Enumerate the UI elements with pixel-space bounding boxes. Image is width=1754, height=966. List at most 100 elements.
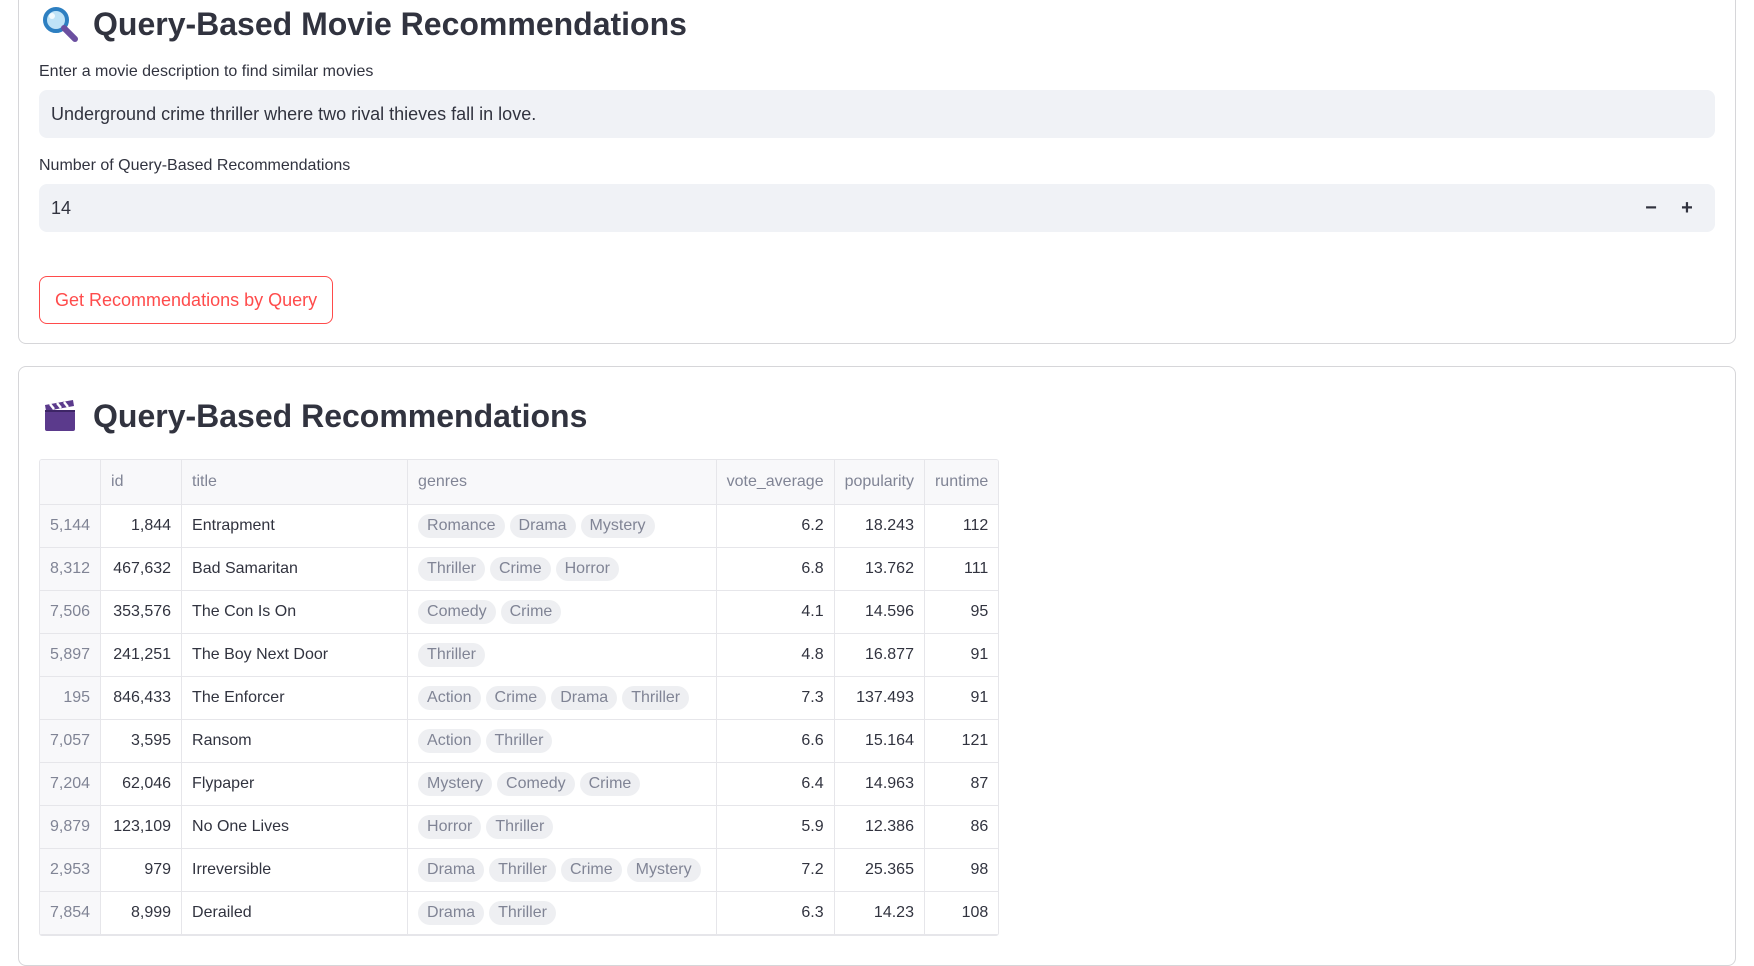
table-row[interactable]: 2,953 979 Irreversible Drama Thriller Crime My… <box>40 848 999 892</box>
row-index-cell[interactable]: 5,897 <box>40 633 102 677</box>
id-cell[interactable]: 241,251 <box>100 633 183 677</box>
table-row[interactable]: 7,506 353,576 The Con Is On Comedy Crime 4.1 1… <box>40 590 999 634</box>
runtime-cell[interactable]: 112 <box>924 504 999 548</box>
title-cell[interactable]: Derailed <box>181 891 409 935</box>
runtime-cell[interactable]: 121 <box>924 719 999 763</box>
runtime-cell[interactable]: 86 <box>924 805 999 849</box>
genres-cell[interactable]: Action Thriller <box>407 719 717 763</box>
runtime-cell[interactable]: 91 <box>924 676 999 720</box>
title-cell[interactable]: No One Lives <box>181 805 409 849</box>
table-row[interactable]: 7,854 8,999 Derailed Drama Thriller 6.3 14.23 1… <box>40 891 999 935</box>
title-cell[interactable]: Flypaper <box>181 762 409 806</box>
runtime-cell[interactable]: 95 <box>924 590 999 634</box>
column-header-id[interactable]: id <box>100 460 183 505</box>
id-cell[interactable]: 8,999 <box>100 891 183 935</box>
genres-cell[interactable]: Action Crime Drama Thriller <box>407 676 717 720</box>
column-header-genres[interactable]: genres <box>407 460 717 505</box>
row-index-cell[interactable]: 7,506 <box>40 590 102 634</box>
column-header-runtime[interactable]: runtime <box>924 460 999 505</box>
vote-average-cell[interactable]: 6.4 <box>716 762 835 806</box>
vote-average-cell[interactable]: 6.6 <box>716 719 835 763</box>
column-header-popularity[interactable]: popularity <box>834 460 925 505</box>
genre-tag: Horror <box>555 556 619 581</box>
row-index-cell[interactable]: 8,312 <box>40 547 102 591</box>
genres-cell[interactable]: Drama Thriller Crime Mystery <box>407 848 717 892</box>
row-index-cell[interactable]: 7,854 <box>40 891 102 935</box>
vote-average-cell[interactable]: 6.2 <box>716 504 835 548</box>
vote-average-cell[interactable]: 6.3 <box>716 891 835 935</box>
title-cell[interactable]: Ransom <box>181 719 409 763</box>
popularity-cell[interactable]: 15.164 <box>834 719 925 763</box>
genres-cell[interactable]: Thriller <box>407 633 717 677</box>
popularity-cell[interactable]: 14.963 <box>834 762 925 806</box>
id-cell[interactable]: 123,109 <box>100 805 183 849</box>
column-header-vote-average[interactable]: vote_average <box>716 460 835 505</box>
title-cell[interactable]: Irreversible <box>181 848 409 892</box>
column-header-title[interactable]: title <box>181 460 409 505</box>
table-row[interactable]: 195 846,433 The Enforcer Action Crime Drama Th… <box>40 676 999 720</box>
table-header-row: id title genres vote_average popularity … <box>40 460 999 505</box>
table-row[interactable]: 9,879 123,109 No One Lives Horror Thriller 5.… <box>40 805 999 849</box>
row-index-cell[interactable]: 9,879 <box>40 805 102 849</box>
title-cell[interactable]: The Enforcer <box>181 676 409 720</box>
title-cell[interactable]: The Boy Next Door <box>181 633 409 677</box>
table-row[interactable]: 5,144 1,844 Entrapment Romance Drama Mystery 6… <box>40 504 999 548</box>
genres-cell[interactable]: Horror Thriller <box>407 805 717 849</box>
description-input[interactable]: Underground crime thriller where two riv… <box>39 90 1715 138</box>
popularity-cell[interactable]: 18.243 <box>834 504 925 548</box>
id-cell[interactable]: 353,576 <box>100 590 183 634</box>
results-dataframe[interactable]: id title genres vote_average popularity … <box>39 459 1000 936</box>
vote-average-cell[interactable]: 5.9 <box>716 805 835 849</box>
genre-tag: Thriller <box>489 900 556 925</box>
popularity-cell[interactable]: 12.386 <box>834 805 925 849</box>
id-cell[interactable]: 62,046 <box>100 762 183 806</box>
get-recommendations-button[interactable]: Get Recommendations by Query <box>39 276 334 324</box>
popularity-cell[interactable]: 25.365 <box>834 848 925 892</box>
title-cell[interactable]: Entrapment <box>181 504 409 548</box>
query-section-heading: Query-Based Movie Recommendations <box>41 5 687 43</box>
row-index-cell[interactable]: 7,204 <box>40 762 102 806</box>
vote-average-cell[interactable]: 6.8 <box>716 547 835 591</box>
table-row[interactable]: 5,897 241,251 The Boy Next Door Thriller 4.8… <box>40 633 999 677</box>
runtime-cell[interactable]: 87 <box>924 762 999 806</box>
genres-cell[interactable]: Romance Drama Mystery <box>407 504 717 548</box>
increment-button[interactable]: + <box>1667 184 1707 232</box>
runtime-cell[interactable]: 111 <box>924 547 999 591</box>
genre-tag: Action <box>418 728 481 753</box>
genres-cell[interactable]: Drama Thriller <box>407 891 717 935</box>
title-cell[interactable]: Bad Samaritan <box>181 547 409 591</box>
genres-cell[interactable]: Mystery Comedy Crime <box>407 762 717 806</box>
title-cell[interactable]: The Con Is On <box>181 590 409 634</box>
table-row[interactable]: 7,204 62,046 Flypaper Mystery Comedy Crime 6.4… <box>40 762 999 806</box>
vote-average-cell[interactable]: 4.1 <box>716 590 835 634</box>
genres-cell[interactable]: Comedy Crime <box>407 590 717 634</box>
runtime-cell[interactable]: 108 <box>924 891 999 935</box>
popularity-cell[interactable]: 137.493 <box>834 676 925 720</box>
vote-average-cell[interactable]: 4.8 <box>716 633 835 677</box>
row-index-cell[interactable]: 5,144 <box>40 504 102 548</box>
genre-tag: Crime <box>579 771 641 796</box>
table-row[interactable]: 8,312 467,632 Bad Samaritan Thriller Crime Ho… <box>40 547 999 591</box>
table-row[interactable]: 7,057 3,595 Ransom Action Thriller 6.6 15.164 1… <box>40 719 999 763</box>
popularity-cell[interactable]: 13.762 <box>834 547 925 591</box>
id-cell[interactable]: 979 <box>100 848 183 892</box>
popularity-cell[interactable]: 14.23 <box>834 891 925 935</box>
row-index-cell[interactable]: 195 <box>40 676 102 720</box>
id-cell[interactable]: 467,632 <box>100 547 183 591</box>
decrement-button[interactable]: − <box>1631 184 1671 232</box>
row-index-cell[interactable]: 7,057 <box>40 719 102 763</box>
query-section-title: Query-Based Movie Recommendations <box>93 5 687 42</box>
vote-average-cell[interactable]: 7.2 <box>716 848 835 892</box>
genres-cell[interactable]: Thriller Crime Horror <box>407 547 717 591</box>
row-index-cell[interactable]: 2,953 <box>40 848 102 892</box>
count-number-input[interactable]: 14 − + <box>39 184 1715 232</box>
id-cell[interactable]: 3,595 <box>100 719 183 763</box>
popularity-cell[interactable]: 16.877 <box>834 633 925 677</box>
id-cell[interactable]: 1,844 <box>100 504 183 548</box>
popularity-cell[interactable]: 14.596 <box>834 590 925 634</box>
id-cell[interactable]: 846,433 <box>100 676 183 720</box>
vote-average-cell[interactable]: 7.3 <box>716 676 835 720</box>
runtime-cell[interactable]: 98 <box>924 848 999 892</box>
runtime-cell[interactable]: 91 <box>924 633 999 677</box>
genre-tag: Drama <box>551 685 618 710</box>
